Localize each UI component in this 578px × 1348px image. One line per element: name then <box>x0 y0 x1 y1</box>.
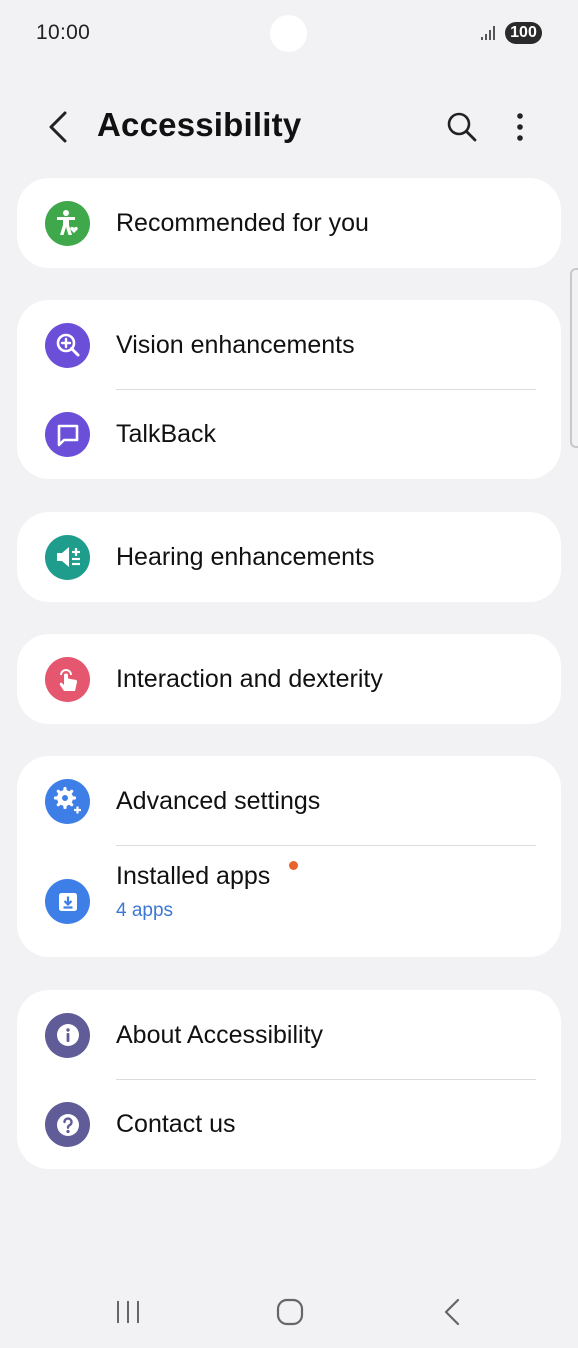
gear-plus-icon <box>53 786 81 814</box>
advanced-icon-circle <box>45 778 90 824</box>
scrollbar[interactable] <box>570 268 578 448</box>
home-icon <box>276 1298 304 1326</box>
installed-apps-item[interactable]: Installed apps 4 apps <box>17 846 561 957</box>
recommended-icon-circle <box>45 200 90 246</box>
back-arrow-icon <box>49 111 67 143</box>
nav-back-button[interactable] <box>422 1290 482 1334</box>
screen: 10:00 100 Accessibility Recommended for … <box>0 0 578 1348</box>
interaction-icon-circle <box>45 656 90 702</box>
contact-icon-circle <box>45 1102 90 1147</box>
info-icon <box>56 1024 79 1046</box>
installed-icon-circle <box>45 879 90 924</box>
nav-back-icon <box>444 1298 460 1326</box>
about-label: About Accessibility <box>116 1020 324 1049</box>
search-icon <box>447 112 477 142</box>
contact-label: Contact us <box>116 1110 236 1138</box>
installed-apps-label: Installed apps <box>116 862 271 890</box>
status-bar: 10:00 100 <box>0 0 578 66</box>
hearing-icon-circle <box>45 534 90 580</box>
search-button[interactable] <box>440 104 484 150</box>
recommended-for-you-item[interactable]: Recommended for you <box>17 178 561 268</box>
talkback-label: TalkBack <box>116 420 217 448</box>
hearing-card: Hearing enhancements <box>17 512 561 602</box>
recents-button[interactable] <box>98 1290 158 1334</box>
help-icon <box>56 1113 79 1136</box>
accessibility-heart-icon <box>56 210 78 235</box>
recommended-card: Recommended for you <box>17 178 561 268</box>
contact-us-item[interactable]: Contact us <box>17 1080 561 1169</box>
about-card: About Accessibility Contact us <box>17 990 561 1169</box>
interaction-dexterity-item[interactable]: Interaction and dexterity <box>17 634 561 724</box>
recommended-label: Recommended for you <box>116 208 369 237</box>
about-accessibility-item[interactable]: About Accessibility <box>17 990 561 1080</box>
vision-icon-circle <box>45 322 90 368</box>
talkback-icon-circle <box>45 412 90 457</box>
battery-icon: 100 <box>505 22 542 44</box>
interaction-card: Interaction and dexterity <box>17 634 561 724</box>
signal-icon <box>481 26 495 40</box>
back-button[interactable] <box>36 104 80 150</box>
more-options-button[interactable] <box>498 104 542 150</box>
interaction-label: Interaction and dexterity <box>116 664 383 693</box>
chat-bubble-icon <box>57 424 78 446</box>
navigation-bar <box>0 1276 578 1348</box>
hearing-enhancements-item[interactable]: Hearing enhancements <box>17 512 561 602</box>
download-box-icon <box>58 892 77 911</box>
advanced-card: Advanced settings Installed apps 4 apps <box>17 756 561 957</box>
status-time: 10:00 <box>36 21 91 44</box>
touch-hand-icon <box>59 669 77 691</box>
more-vertical-icon <box>517 113 523 141</box>
vision-label: Vision enhancements <box>116 330 355 359</box>
vision-card: Vision enhancements TalkBack <box>17 300 561 479</box>
hearing-label: Hearing enhancements <box>116 542 375 571</box>
vision-enhancements-item[interactable]: Vision enhancements <box>17 300 561 390</box>
front-camera <box>270 15 307 52</box>
speaker-plus-icon <box>56 547 80 567</box>
new-badge-dot <box>289 861 298 870</box>
installed-apps-count: 4 apps <box>116 900 174 921</box>
app-header: Accessibility <box>0 96 578 158</box>
zoom-in-icon <box>56 333 79 357</box>
advanced-settings-item[interactable]: Advanced settings <box>17 756 561 846</box>
talkback-item[interactable]: TalkBack <box>17 390 561 479</box>
about-icon-circle <box>45 1012 90 1058</box>
advanced-label: Advanced settings <box>116 786 321 815</box>
home-button[interactable] <box>260 1290 320 1334</box>
page-title: Accessibility <box>97 106 302 143</box>
recents-icon <box>117 1301 139 1323</box>
